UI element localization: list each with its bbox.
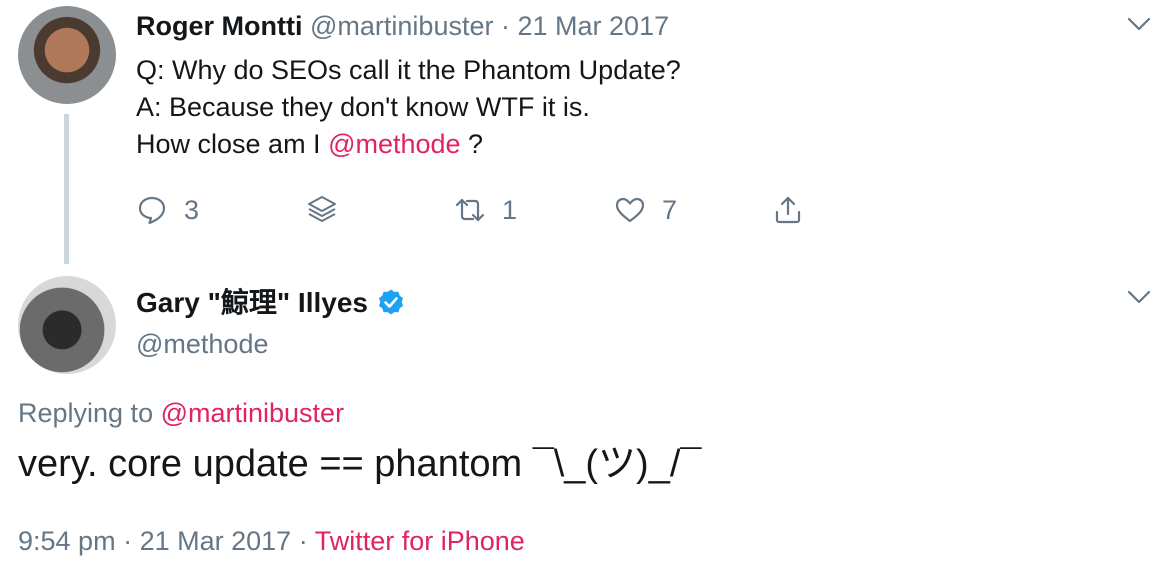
tweet1-author-name[interactable]: Roger Montti xyxy=(136,11,302,41)
tweet1-line-3: How close am I @methode ? xyxy=(136,126,681,163)
retweet-button[interactable]: 1 xyxy=(454,190,517,230)
tweet1-header: Roger Montti @martinibuster · 21 Mar 201… xyxy=(136,8,669,44)
tweet2-author-name[interactable]: Gary "鯨理" Illyes xyxy=(136,285,368,321)
like-button[interactable]: 7 xyxy=(614,190,677,230)
tweet2-text: very. core update == phantom ¯\_(ツ)_/¯ xyxy=(18,443,702,485)
replying-to-label: Replying to xyxy=(18,398,161,428)
avatar-roger-montti[interactable] xyxy=(18,6,116,104)
chevron-down-icon[interactable] xyxy=(1126,14,1152,34)
chevron-down-icon[interactable] xyxy=(1126,287,1152,307)
retweet-icon xyxy=(455,198,485,222)
tweet2-source-link[interactable]: Twitter for iPhone xyxy=(315,526,525,556)
mention-methode-link[interactable]: @methode xyxy=(328,129,460,159)
thread-connector-line xyxy=(64,114,69,264)
tweet1-handle[interactable]: @martinibuster xyxy=(310,11,493,41)
tweet2-separator-1: · xyxy=(123,526,133,556)
tweet1-line-2: A: Because they don't know WTF it is. xyxy=(136,92,590,122)
replying-to-line: Replying to @martinibuster xyxy=(18,396,344,430)
thread-button[interactable] xyxy=(306,190,338,230)
reply-icon xyxy=(138,196,166,225)
tweet1-line-3-suffix: ? xyxy=(460,129,484,159)
replying-to-handle-link[interactable]: @martinibuster xyxy=(161,398,344,428)
reply-button[interactable]: 3 xyxy=(136,190,199,230)
tweet1-separator: · xyxy=(500,11,510,41)
tweet1-date[interactable]: 21 Mar 2017 xyxy=(518,11,670,41)
tweet1-line-3-prefix: How close am I xyxy=(136,129,329,159)
tweet2-separator-2: · xyxy=(298,526,308,556)
reply-count: 3 xyxy=(184,194,200,225)
avatar-gary-illyes[interactable] xyxy=(18,276,116,374)
like-icon xyxy=(615,197,645,223)
tweet2-handle[interactable]: @methode xyxy=(136,327,268,361)
layers-icon xyxy=(308,196,336,222)
tweet1-action-bar: 3 1 7 xyxy=(136,190,836,230)
tweet2-author-row: Gary "鯨理" Illyes xyxy=(136,285,406,321)
tweet1-text: Q: Why do SEOs call it the Phantom Updat… xyxy=(136,52,681,163)
tweet2-time[interactable]: 9:54 pm xyxy=(18,526,116,556)
retweet-count: 1 xyxy=(502,194,518,225)
tweet1-line-1: Q: Why do SEOs call it the Phantom Updat… xyxy=(136,55,681,85)
tweet2-meta: 9:54 pm · 21 Mar 2017 · Twitter for iPho… xyxy=(18,524,525,558)
verified-badge-icon xyxy=(379,289,403,315)
share-icon xyxy=(775,196,801,224)
like-count: 7 xyxy=(662,194,678,225)
tweet2-date[interactable]: 21 Mar 2017 xyxy=(140,526,292,556)
share-button[interactable] xyxy=(772,190,804,230)
